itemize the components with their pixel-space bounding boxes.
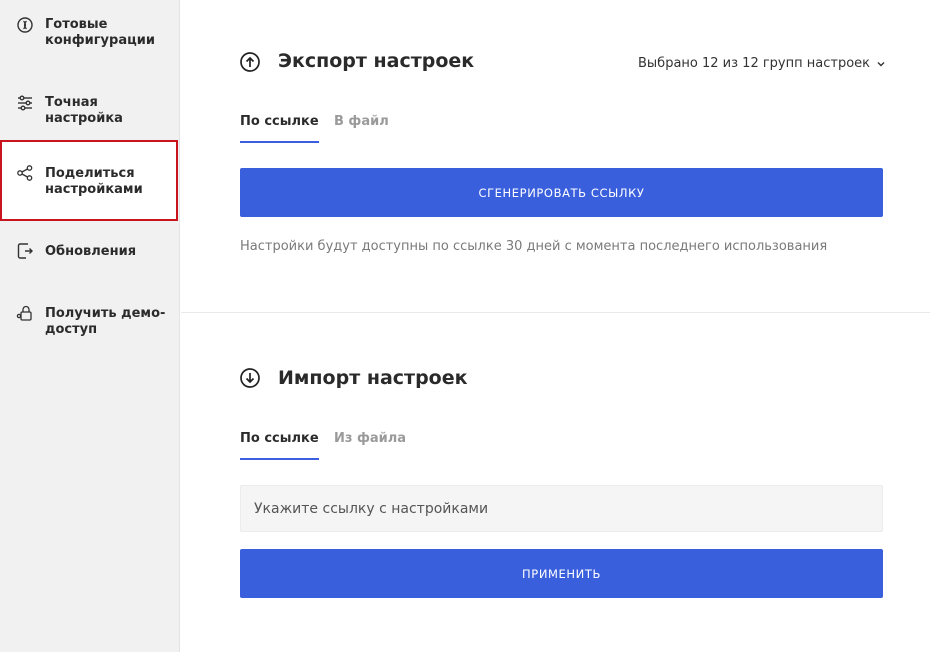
section-divider <box>181 312 930 313</box>
settings-groups-selector-label: Выбрано 12 из 12 групп настроек <box>638 56 870 71</box>
sidebar: Готовые конфигурации Точная настройка По… <box>0 0 180 652</box>
sidebar-item-label: Обновления <box>45 244 137 259</box>
export-hint: Настройки будут доступны по ссылке 30 дн… <box>240 239 828 254</box>
import-tab-from-file[interactable]: Из файла <box>334 431 406 458</box>
export-title: Экспорт настроек <box>278 50 475 72</box>
sidebar-item-fine-tuning[interactable]: Точная настройка <box>0 82 178 138</box>
sidebar-item-updates[interactable]: Обновления <box>0 224 178 280</box>
sidebar-item-label: Готовые конфигурации <box>45 17 155 48</box>
import-title: Импорт настроек <box>278 367 468 389</box>
apply-button[interactable]: ПРИМЕНИТЬ <box>240 549 883 598</box>
configurations-icon <box>16 16 34 34</box>
export-tab-to-file[interactable]: В файл <box>334 114 389 141</box>
sidebar-item-share-settings[interactable]: Поделиться настройками <box>0 140 178 221</box>
settings-groups-selector[interactable]: Выбрано 12 из 12 групп настроек <box>638 56 886 71</box>
share-icon <box>16 164 34 182</box>
generate-link-button[interactable]: СГЕНЕРИРОВАТЬ ССЫЛКУ <box>240 168 883 217</box>
main-content: Экспорт настроек Выбрано 12 из 12 групп … <box>181 0 930 652</box>
export-tab-by-link[interactable]: По ссылке <box>240 114 319 143</box>
sliders-icon <box>16 94 34 112</box>
demo-access-icon <box>16 304 34 322</box>
sidebar-item-demo-access[interactable]: Получить демо-доступ <box>0 292 178 348</box>
sidebar-item-ready-configurations[interactable]: Готовые конфигурации <box>0 4 178 60</box>
chevron-down-icon <box>877 61 885 66</box>
update-icon <box>16 242 34 260</box>
import-tab-by-link[interactable]: По ссылке <box>240 431 319 460</box>
sidebar-item-label: Поделиться настройками <box>45 166 143 197</box>
sidebar-item-label: Получить демо-доступ <box>45 306 166 337</box>
sidebar-item-label: Точная настройка <box>45 95 123 126</box>
download-circle-icon <box>239 367 261 389</box>
settings-link-input[interactable] <box>240 485 883 532</box>
upload-circle-icon <box>239 51 261 73</box>
